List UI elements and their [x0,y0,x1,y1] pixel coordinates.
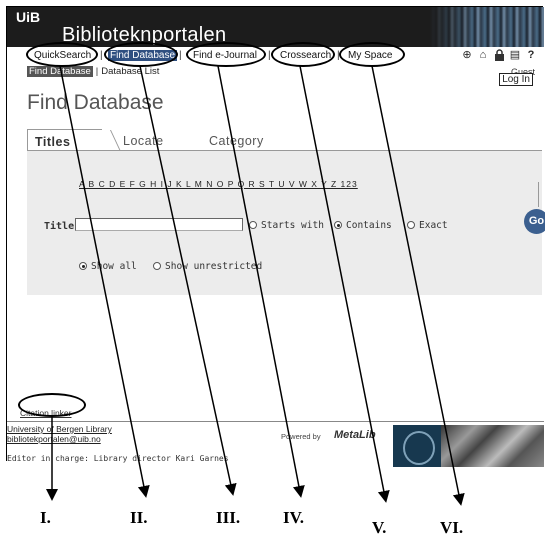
site-banner: UiB Biblioteknportalen [7,7,544,47]
radio-starts-with[interactable]: Starts with [249,220,324,231]
annotation-oval-iv [271,42,335,67]
annotation-label-iv: IV. [283,508,304,527]
lock-icon[interactable] [493,49,505,61]
sub-nav: Find Database | Database List [27,66,160,77]
radio-exact[interactable]: Exact [407,220,448,231]
annotation-oval-i [26,42,98,67]
radio-contains[interactable]: Contains [334,220,392,231]
radio-selected-icon [334,221,342,229]
page-title: Find Database [27,91,164,114]
alphabet-index[interactable]: A B C D E F G H I J K L M N O P Q R S T … [79,179,358,189]
nav-separator: | [100,50,103,61]
go-button[interactable]: Go [524,209,545,234]
help-icon[interactable]: ? [525,49,537,61]
tab-category[interactable]: Category [209,134,264,148]
subnav-database-list[interactable]: Database List [101,66,159,77]
document-icon[interactable]: ▤ [509,49,521,61]
uib-logo[interactable]: UiB [16,9,40,25]
tab-titles[interactable]: Titles [35,135,70,149]
annotation-label-i: I. [40,508,51,527]
radio-icon [407,221,415,229]
login-button[interactable]: Log In [499,73,533,86]
radio-show-all[interactable]: Show all [79,261,137,272]
annotation-label-vi: VI. [440,518,464,537]
nav-separator: | [179,50,182,61]
search-tabs: Titles Locate Category [27,129,542,151]
annotation-label-v: V. [372,518,387,537]
radio-selected-icon [79,262,87,270]
subnav-find-database[interactable]: Find Database [27,66,93,77]
page-footer: University of Bergen Library bibliotekpo… [7,421,544,469]
toolbar-icons: ⊕ ⌂ ▤ ? [461,49,537,63]
email-link[interactable]: bibliotekportalen@uib.no [7,434,101,444]
metalib-logo: MetaLib [334,429,376,441]
annotation-oval-iii [186,42,266,67]
globe-icon[interactable]: ⊕ [461,49,473,61]
search-panel: A B C D E F G H I J K L M N O P Q R S T … [27,150,542,295]
library-icon[interactable]: ⌂ [477,49,489,61]
org-link[interactable]: University of Bergen Library [7,424,112,434]
powered-by-text: Powered by [281,432,321,441]
bookshelf-image [429,7,544,47]
radio-icon [249,221,257,229]
radio-show-unrestricted[interactable]: Show unrestricted [153,261,262,272]
annotation-oval-v [339,42,405,67]
university-seal [393,425,441,467]
title-input[interactable] [75,218,243,231]
browser-page: UiB Biblioteknportalen QuickSearch | Fin… [6,6,545,469]
annotation-label-iii: III. [216,508,241,527]
footer-photo [441,425,544,467]
annotation-oval-citation [18,393,86,417]
tab-locate[interactable]: Locate [123,134,164,148]
annotation-label-ii: II. [130,508,148,527]
editor-text: Editor in charge: Library director Kari … [7,454,229,463]
radio-icon [153,262,161,270]
annotation-oval-ii [104,42,178,67]
